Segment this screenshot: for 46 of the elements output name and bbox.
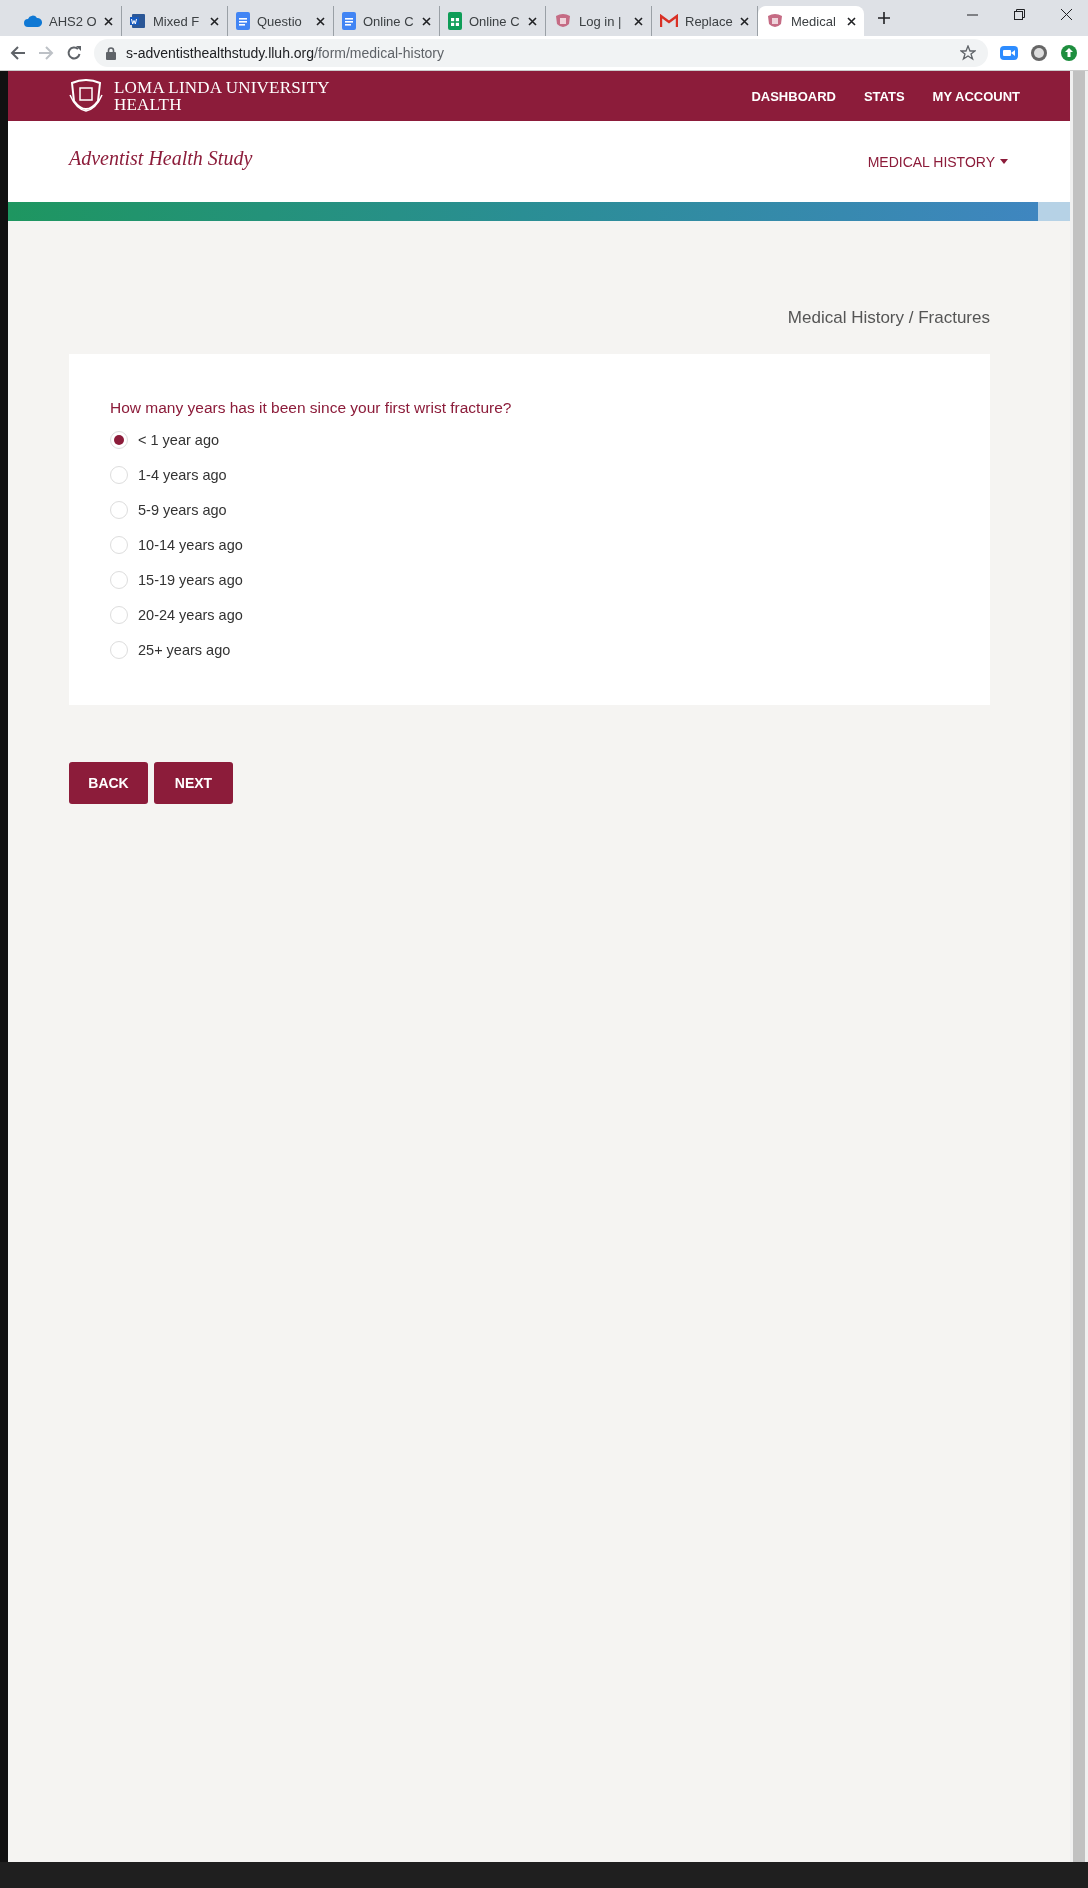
reload-icon[interactable] xyxy=(66,45,82,61)
nav-link[interactable]: DASHBOARD xyxy=(751,88,836,104)
scrollbar[interactable] xyxy=(1070,71,1088,1862)
close-icon[interactable] xyxy=(1061,9,1072,20)
nav-button[interactable]: NEXT xyxy=(154,762,233,804)
close-icon[interactable] xyxy=(740,16,749,26)
document-icon xyxy=(236,12,250,30)
breadcrumb: Medical History / Fractures xyxy=(786,308,990,328)
restore-icon[interactable] xyxy=(1014,9,1025,20)
crest-logo-icon xyxy=(68,79,104,113)
brand-name: LOMA LINDA UNIVERSITY HEALTH xyxy=(114,79,330,113)
caret-icon xyxy=(1000,159,1008,164)
radio-option[interactable]: 10-14 years ago xyxy=(110,527,949,562)
radio-option[interactable]: 5-9 years ago xyxy=(110,492,949,527)
radio-option[interactable]: 25+ years ago xyxy=(110,632,949,667)
close-icon[interactable] xyxy=(847,16,856,26)
close-icon[interactable] xyxy=(210,16,219,26)
video-camera-icon[interactable] xyxy=(1000,46,1018,60)
update-icon[interactable] xyxy=(1060,44,1078,62)
radio-option[interactable]: 20-24 years ago xyxy=(110,597,949,632)
mail-icon xyxy=(660,14,678,28)
close-icon[interactable] xyxy=(634,16,643,26)
spreadsheet-icon xyxy=(448,12,462,30)
close-icon[interactable] xyxy=(316,16,325,26)
nav-link[interactable]: MY ACCOUNT xyxy=(932,88,1020,104)
star-icon[interactable] xyxy=(960,45,976,61)
address-bar[interactable]: s-adventisthealthstudy.lluh.org/form/medical-history xyxy=(94,39,988,67)
site-title: Adventist Health Study xyxy=(69,147,253,170)
radio-option[interactable]: < 1 year ago xyxy=(110,422,949,457)
document-icon xyxy=(130,13,146,29)
cloud-icon xyxy=(24,15,42,27)
new-tab-icon[interactable] xyxy=(878,12,890,24)
radio-option[interactable]: 1-4 years ago xyxy=(110,457,949,492)
question-text: How many years has it been since your first wrist fracture? xyxy=(110,399,513,417)
url-text: s-adventisthealthstudy.lluh.org/form/medical-history xyxy=(126,45,444,61)
close-icon[interactable] xyxy=(528,16,537,26)
nav-link[interactable]: STATS xyxy=(863,88,905,104)
document-icon xyxy=(342,12,356,30)
back-icon[interactable] xyxy=(10,45,26,61)
section-menu[interactable]: MEDICAL HISTORY xyxy=(867,153,1008,170)
close-icon[interactable] xyxy=(104,16,113,26)
lock-icon xyxy=(106,46,116,60)
nav-button[interactable]: BACK xyxy=(69,762,148,804)
radio-option[interactable]: 15-19 years ago xyxy=(110,562,949,597)
close-icon[interactable] xyxy=(422,16,431,26)
browser-tab[interactable]: Medical xyxy=(758,6,864,36)
